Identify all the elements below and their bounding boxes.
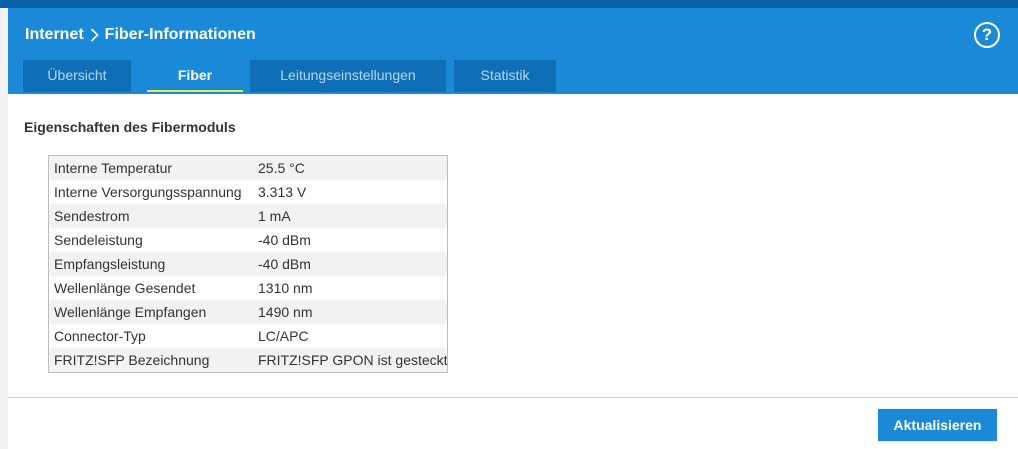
property-value: FRITZ!SFP GPON ist gesteckt <box>258 352 447 368</box>
refresh-button[interactable]: Aktualisieren <box>878 409 997 441</box>
property-value: 25.5 °C <box>258 160 305 176</box>
table-row: Interne Versorgungsspannung 3.313 V <box>49 180 447 204</box>
property-label: Wellenlänge Gesendet <box>54 280 196 296</box>
property-value: 1490 nm <box>258 304 313 320</box>
tab-statistik[interactable]: Statistik <box>454 60 556 92</box>
fiber-properties-table: Interne Temperatur 25.5 °C Interne Verso… <box>48 155 448 373</box>
breadcrumb: Internet Fiber-Informationen <box>25 26 256 44</box>
property-value: LC/APC <box>258 328 309 344</box>
tab-fiber[interactable]: Fiber <box>147 60 243 92</box>
table-row: Sendestrom 1 mA <box>49 204 447 228</box>
property-label: Interne Versorgungsspannung <box>54 184 242 200</box>
property-label: Empfangsleistung <box>54 256 166 272</box>
property-value: -40 dBm <box>258 232 311 248</box>
chevron-right-icon <box>90 28 99 42</box>
table-row: Wellenlänge Gesendet 1310 nm <box>49 276 447 300</box>
property-label: FRITZ!SFP Bezeichnung <box>54 352 210 368</box>
table-row: FRITZ!SFP Bezeichnung FRITZ!SFP GPON ist… <box>49 348 447 372</box>
property-value: 3.313 V <box>258 184 307 200</box>
property-value: -40 dBm <box>258 256 311 272</box>
property-label: Sendeleistung <box>54 232 143 248</box>
property-value: 1 mA <box>258 208 291 224</box>
table-row: Connector-Typ LC/APC <box>49 324 447 348</box>
property-label: Sendestrom <box>54 208 130 224</box>
section-title: Eigenschaften des Fibermoduls <box>24 119 236 135</box>
tab-uebersicht[interactable]: Übersicht <box>23 60 131 92</box>
table-row: Empfangsleistung -40 dBm <box>49 252 447 276</box>
table-row: Wellenlänge Empfangen 1490 nm <box>49 300 447 324</box>
table-row: Interne Temperatur 25.5 °C <box>49 156 447 180</box>
breadcrumb-current: Fiber-Informationen <box>104 26 256 43</box>
property-label: Connector-Typ <box>54 328 146 344</box>
property-value: 1310 nm <box>258 280 313 296</box>
property-label: Wellenlänge Empfangen <box>54 304 207 320</box>
content-frame: Internet Fiber-Informationen ? Übersicht… <box>8 8 1018 449</box>
top-strip <box>0 0 1018 8</box>
help-icon[interactable]: ? <box>974 22 1000 48</box>
breadcrumb-parent[interactable]: Internet <box>25 26 84 44</box>
footer: Aktualisieren <box>8 398 1018 449</box>
tab-leitungseinstellungen[interactable]: Leitungseinstellungen <box>250 60 446 92</box>
property-label: Interne Temperatur <box>54 160 173 176</box>
page-header: Internet Fiber-Informationen ? Übersicht… <box>8 8 1018 94</box>
table-row: Sendeleistung -40 dBm <box>49 228 447 252</box>
